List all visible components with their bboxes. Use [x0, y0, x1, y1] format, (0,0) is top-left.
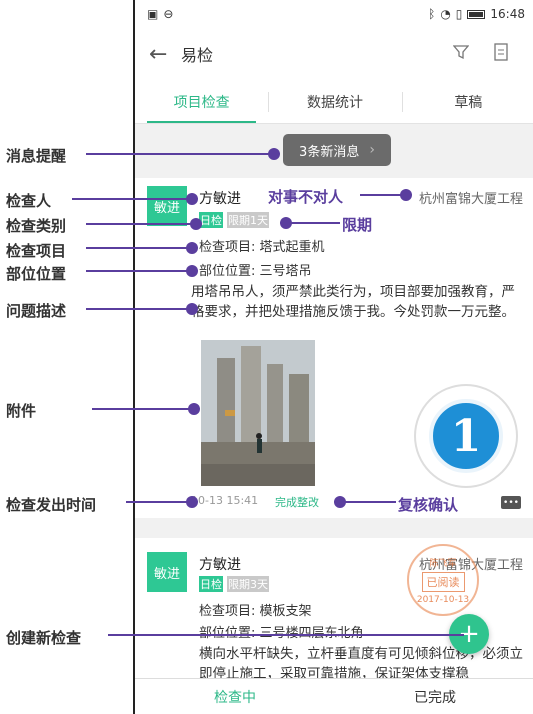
leader-line: [86, 223, 196, 225]
step-number-badge: 1: [416, 386, 516, 486]
location: 部位位置: 三号塔吊: [199, 264, 312, 279]
inspector-name: 方敏进: [199, 557, 241, 573]
annotation-create-inspection: 创建新检查: [6, 629, 82, 647]
status-completed-fix[interactable]: 完成整改: [275, 494, 319, 510]
chevron-right-icon: ›: [369, 142, 375, 158]
toast-text: 3条新消息: [299, 144, 360, 160]
leader-dot: [400, 189, 412, 201]
annotation-inspection-item: 检查项目: [6, 242, 67, 260]
problem-description: 用塔吊吊人，须严禁此类行为，项目部要加强教育，严格要求，并把处理措施反馈于我。今…: [191, 284, 515, 320]
annotation-location: 部位位置: [6, 265, 67, 283]
annotation-issue-time: 检查发出时间: [6, 496, 97, 514]
filter-icon[interactable]: [441, 44, 481, 64]
leader-line: [86, 247, 192, 249]
status-time: 16:48: [490, 7, 525, 21]
inspection-type-tag: 日检: [199, 576, 223, 592]
bottom-tab-bar: 检查中 已完成: [135, 678, 533, 714]
stamp-name: 陈飞军: [429, 558, 457, 569]
leader-line: [286, 222, 340, 224]
tab-statistics[interactable]: 数据统计: [268, 80, 401, 123]
annotation-problem-description: 问题描述: [6, 302, 67, 320]
leader-line: [86, 270, 192, 272]
tab-in-progress[interactable]: 检查中: [135, 679, 335, 714]
stamp-status: 已阅读: [421, 571, 465, 592]
circle-icon: ⊖: [163, 7, 174, 21]
inspection-card[interactable]: 敏进 方敏进 杭州富锦大厦工程 日检 限期3天 检查项目: 模板支架 部位位置:…: [135, 538, 533, 688]
annotation-fairness: 对事不对人: [268, 188, 344, 206]
leader-dot: [280, 217, 292, 229]
app-bar: ← 易检: [135, 28, 533, 80]
leader-line: [126, 501, 192, 503]
inspection-type-tag: 日检: [199, 212, 223, 228]
annotation-attachment: 附件: [6, 402, 37, 420]
leader-line: [340, 501, 396, 503]
leader-dot: [186, 496, 198, 508]
phone-screen: ▣ ⊖ ᛒ ◔ ▯ 16:48 ← 易检 项目检查 数据统计 草稿 3条新消息 …: [133, 0, 533, 714]
annotation-deadline: 限期: [342, 216, 373, 234]
leader-dot: [268, 148, 280, 160]
leader-dot: [334, 496, 346, 508]
tab-drafts[interactable]: 草稿: [401, 80, 533, 123]
leader-line: [86, 153, 274, 155]
inspection-item: 检查项目: 模板支架: [199, 604, 312, 619]
leader-dot: [186, 242, 198, 254]
annotation-message-reminder: 消息提醒: [6, 147, 67, 165]
annotation-inspection-type: 检查类别: [6, 217, 67, 235]
avatar: 敏进: [147, 552, 187, 592]
leader-line: [72, 198, 192, 200]
inspection-item: 检查项目: 塔式起重机: [199, 240, 325, 255]
leader-dot: [186, 265, 198, 277]
document-icon[interactable]: [481, 43, 521, 65]
company-name: 杭州富锦大厦工程: [418, 192, 523, 207]
annotation-review-confirm: 复核确认: [398, 496, 459, 514]
status-bar: ▣ ⊖ ᛒ ◔ ▯ 16:48: [135, 0, 533, 28]
app-title: 易检: [181, 46, 214, 65]
leader-line: [86, 308, 192, 310]
wifi-icon: ◔: [440, 7, 451, 21]
issue-time: 10-13 15:41: [191, 494, 259, 507]
annotated-screenshot: ▣ ⊖ ᛒ ◔ ▯ 16:48 ← 易检 项目检查 数据统计 草稿 3条新消息 …: [0, 0, 533, 714]
battery-icon: [467, 9, 486, 19]
leader-line: [360, 194, 404, 196]
stamp-date: 2017-10-13: [416, 594, 470, 605]
top-tabs: 项目检查 数据统计 草稿: [135, 80, 533, 124]
attachment-photo[interactable]: [201, 340, 315, 486]
inspector-name: 方敏进: [199, 191, 241, 207]
location: 部位位置: 三号楼四层东北角: [199, 622, 364, 641]
deadline-tag: 限期3天: [227, 576, 269, 592]
read-stamp: 陈飞军 已阅读 2017-10-13: [407, 544, 479, 616]
mute-icon: ᛒ: [428, 7, 436, 21]
leader-dot: [186, 303, 198, 315]
leader-dot: [186, 193, 198, 205]
deadline-tag: 限期1天: [227, 212, 269, 228]
sim-icon: ▯: [455, 7, 463, 21]
leader-line: [92, 408, 196, 410]
image-icon: ▣: [147, 7, 159, 21]
leader-dot: [190, 218, 202, 230]
avatar: 敏进: [147, 186, 187, 226]
tab-project-check[interactable]: 项目检查: [135, 80, 268, 123]
leader-dot: [188, 403, 200, 415]
step-number: 1: [429, 399, 503, 473]
back-arrow-icon[interactable]: ←: [149, 42, 181, 67]
leader-line: [108, 634, 464, 636]
annotation-inspector: 检查人: [6, 192, 52, 210]
tab-completed[interactable]: 已完成: [335, 679, 533, 714]
new-message-toast[interactable]: 3条新消息 ›: [283, 134, 391, 166]
more-icon[interactable]: •••: [501, 496, 521, 509]
